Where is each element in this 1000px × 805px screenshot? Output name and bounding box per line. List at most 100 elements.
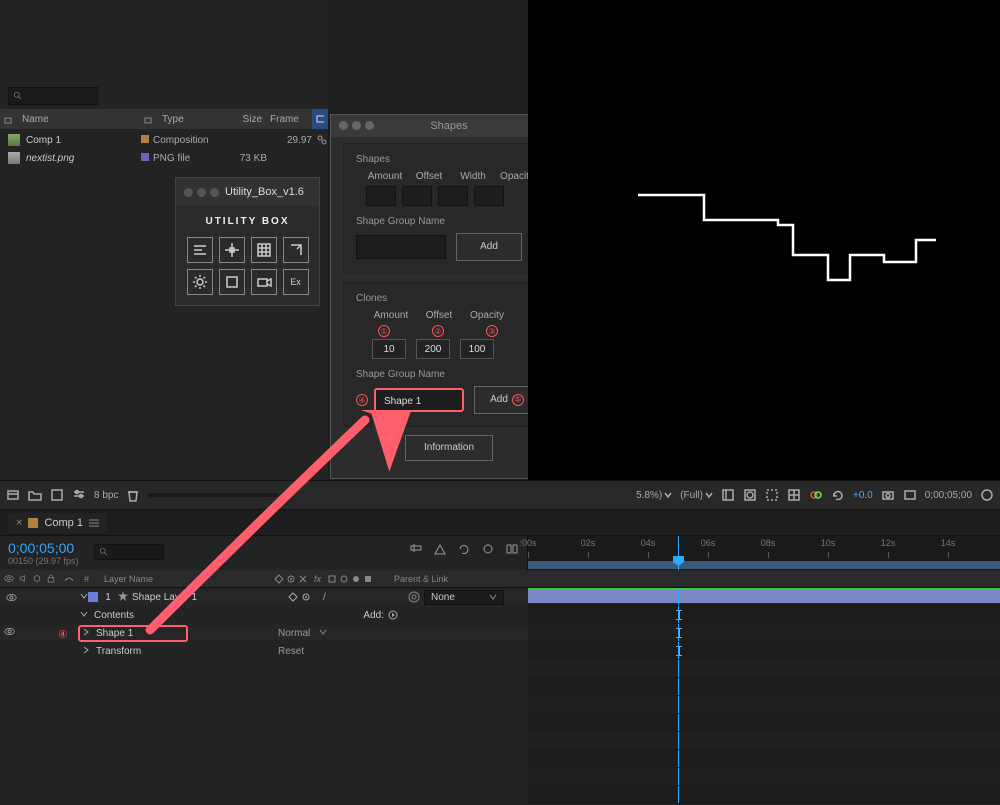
anchor-button[interactable] bbox=[219, 237, 245, 263]
section-title: Shapes bbox=[356, 154, 542, 165]
shy-icon[interactable] bbox=[64, 573, 74, 583]
speaker-icon[interactable] bbox=[18, 573, 28, 584]
parent-dropdown[interactable]: None bbox=[424, 590, 504, 605]
add-menu-icon[interactable] bbox=[388, 610, 398, 620]
trash-icon[interactable] bbox=[126, 488, 140, 502]
traffic-light[interactable] bbox=[339, 121, 348, 130]
information-button[interactable]: Information bbox=[405, 435, 493, 461]
col-extra[interactable] bbox=[312, 109, 328, 129]
shapes-sgn-input[interactable] bbox=[356, 235, 446, 259]
tool-icon[interactable] bbox=[433, 542, 447, 556]
zoom-dropdown[interactable]: 5.8%) bbox=[636, 490, 672, 501]
tool-icon[interactable] bbox=[505, 542, 519, 556]
draft-icon[interactable] bbox=[721, 488, 735, 502]
playhead[interactable] bbox=[678, 536, 679, 570]
menu-icon[interactable] bbox=[310, 187, 311, 197]
solo-icon[interactable] bbox=[32, 573, 42, 584]
camera-button[interactable] bbox=[251, 269, 277, 295]
visibility-toggle[interactable] bbox=[6, 592, 17, 603]
layer-color[interactable] bbox=[88, 592, 98, 602]
traffic-light[interactable] bbox=[197, 188, 206, 197]
traffic-light[interactable] bbox=[352, 121, 361, 130]
square-button[interactable] bbox=[219, 269, 245, 295]
shapes-amount-input[interactable] bbox=[366, 186, 396, 206]
shapes-add-button[interactable]: Add bbox=[456, 233, 522, 261]
roi-icon[interactable] bbox=[765, 488, 779, 502]
project-search[interactable] bbox=[8, 87, 98, 105]
col-name[interactable]: Name bbox=[0, 114, 140, 125]
utility-box-window[interactable]: Utility_Box_v1.6 UTILITY BOX Ex bbox=[175, 177, 320, 306]
grid-button[interactable] bbox=[251, 237, 277, 263]
timeline-tab-comp1[interactable]: × Comp 1 bbox=[8, 513, 107, 533]
contents-row[interactable]: Contents Add: bbox=[0, 606, 1000, 624]
close-tab-icon[interactable]: × bbox=[16, 517, 22, 529]
col-frame[interactable]: Frame bbox=[266, 114, 312, 125]
settings-icon[interactable] bbox=[72, 488, 86, 502]
visibility-toggle[interactable] bbox=[4, 626, 15, 637]
eye-icon[interactable] bbox=[4, 573, 14, 584]
sun-button[interactable] bbox=[187, 269, 213, 295]
clones-offset-input[interactable]: 200 bbox=[416, 339, 450, 359]
exposure-value[interactable]: +0.0 bbox=[853, 490, 873, 501]
transform-row[interactable]: Transform Reset bbox=[0, 642, 1000, 660]
switch-icon[interactable] bbox=[288, 592, 298, 602]
twirl-icon[interactable] bbox=[80, 592, 88, 603]
timeline-panel: × Comp 1 0;00;05;00 00150 (29.97 fps) :0… bbox=[0, 510, 1000, 805]
menu-icon[interactable] bbox=[89, 518, 99, 528]
corner-button[interactable] bbox=[283, 237, 309, 263]
switch-icon[interactable] bbox=[301, 592, 311, 602]
col-size[interactable]: Size bbox=[216, 114, 266, 125]
traffic-light[interactable] bbox=[184, 188, 193, 197]
shape-name[interactable]: Shape 1 bbox=[96, 628, 133, 639]
pickwhip-icon[interactable] bbox=[408, 591, 420, 603]
utility-box-titlebar[interactable]: Utility_Box_v1.6 bbox=[176, 178, 319, 206]
new-comp-icon[interactable] bbox=[50, 488, 64, 502]
shapes-opacity-input[interactable] bbox=[474, 186, 504, 206]
shapes-width-input[interactable] bbox=[438, 186, 468, 206]
layer-row[interactable]: 1 Shape Layer 1 / None bbox=[0, 588, 1000, 606]
interpret-icon[interactable] bbox=[6, 488, 20, 502]
render-icon[interactable] bbox=[980, 488, 994, 502]
layer-duration-bar[interactable] bbox=[528, 590, 1000, 603]
align-button[interactable] bbox=[187, 237, 213, 263]
mask-icon[interactable] bbox=[743, 488, 757, 502]
tool-icon[interactable] bbox=[409, 542, 423, 556]
slider[interactable] bbox=[148, 493, 278, 497]
bpc-label[interactable]: 8 bpc bbox=[94, 490, 118, 501]
clones-sgn-input[interactable]: Shape 1 bbox=[374, 388, 464, 412]
resolution-dropdown[interactable]: (Full) bbox=[680, 490, 713, 501]
snapshot-icon[interactable] bbox=[881, 488, 895, 502]
utility-icon-grid: Ex bbox=[186, 237, 309, 295]
project-row-comp[interactable]: Comp 1 Composition 29.97 bbox=[0, 131, 328, 149]
twirl-icon[interactable] bbox=[80, 610, 88, 621]
twirl-icon[interactable] bbox=[82, 646, 90, 657]
work-area[interactable] bbox=[528, 561, 1000, 569]
tool-icon[interactable] bbox=[457, 542, 471, 556]
shape-group-row[interactable]: ④ Shape 1 Normal bbox=[0, 624, 1000, 642]
footer-timecode[interactable]: 0;00;05;00 bbox=[925, 490, 972, 501]
traffic-light[interactable] bbox=[210, 188, 219, 197]
layer-switches[interactable]: / bbox=[288, 592, 408, 603]
clones-amount-input[interactable]: 10 bbox=[372, 339, 406, 359]
reset-exposure-icon[interactable] bbox=[831, 488, 845, 502]
clones-opacity-input[interactable]: 100 bbox=[460, 339, 494, 359]
time-ruler[interactable]: :00s02s04s06s08s10s12s14s16 bbox=[528, 536, 1000, 570]
current-timecode[interactable]: 0;00;05;00 bbox=[8, 540, 74, 556]
reset-button[interactable]: Reset bbox=[278, 646, 398, 657]
project-row-png[interactable]: nextist.png PNG file 73 KB bbox=[0, 149, 328, 167]
col-type[interactable]: Type bbox=[140, 114, 216, 125]
lock-icon[interactable] bbox=[46, 573, 56, 584]
twirl-icon[interactable] bbox=[82, 628, 90, 639]
traffic-light[interactable] bbox=[365, 121, 374, 130]
tool-icon[interactable] bbox=[481, 542, 495, 556]
timeline-search[interactable] bbox=[94, 544, 164, 560]
composition-viewer[interactable] bbox=[528, 0, 1000, 480]
show-snapshot-icon[interactable] bbox=[903, 488, 917, 502]
channel-icon[interactable] bbox=[809, 488, 823, 502]
ex-button[interactable]: Ex bbox=[283, 269, 309, 295]
blend-mode[interactable]: Normal bbox=[278, 628, 310, 639]
layer-name[interactable]: Shape Layer 1 bbox=[118, 591, 288, 604]
shapes-offset-input[interactable] bbox=[402, 186, 432, 206]
folder-icon[interactable] bbox=[28, 488, 42, 502]
grid-icon[interactable] bbox=[787, 488, 801, 502]
